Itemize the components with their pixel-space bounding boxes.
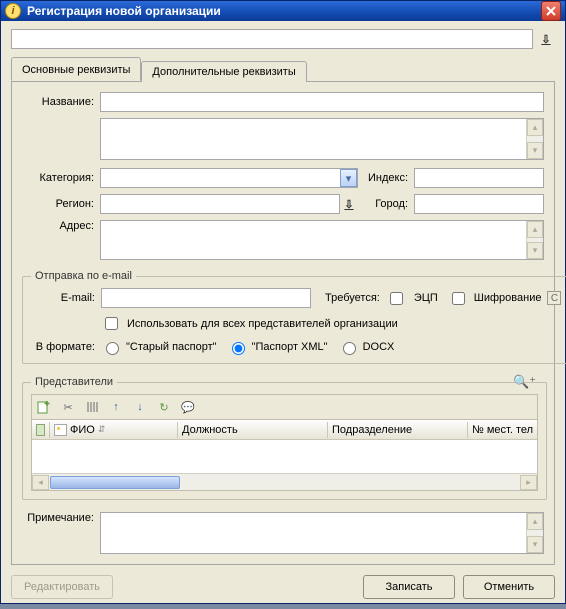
tab-main[interactable]: Основные реквизиты: [11, 57, 141, 81]
close-button[interactable]: [541, 1, 561, 21]
row-handle-col[interactable]: [32, 422, 50, 438]
name-input[interactable]: [100, 92, 544, 112]
footer: Редактировать Записать Отменить: [11, 575, 555, 599]
info-icon: i: [5, 3, 21, 19]
scroll-up-icon[interactable]: ▴: [527, 513, 543, 530]
arrow-up-icon[interactable]: ↑: [108, 399, 124, 415]
scroll-up-icon[interactable]: ▴: [527, 119, 543, 136]
format-label: В формате:: [31, 341, 101, 353]
reps-legend: Представители: [31, 376, 117, 388]
encrypt-config-button[interactable]: C: [547, 291, 561, 305]
address-label: Адрес:: [22, 220, 100, 260]
col-fio[interactable]: ФИО ⇵: [50, 422, 178, 438]
col-phone[interactable]: № мест. тел: [468, 422, 537, 438]
email-legend: Отправка по e-mail: [31, 270, 136, 282]
col-position[interactable]: Должность: [178, 422, 328, 438]
save-button[interactable]: Записать: [363, 575, 455, 599]
index-input[interactable]: [414, 168, 544, 188]
email-group: Отправка по e-mail E-mail: Требуется: ЭЦ…: [22, 270, 566, 364]
reps-group: Представители 🔍⁺ ✂ ↑ ↓ ↻ �: [22, 376, 547, 500]
arrow-down-icon[interactable]: ↓: [132, 399, 148, 415]
category-label: Категория:: [22, 172, 100, 184]
cut-icon[interactable]: ✂: [60, 399, 76, 415]
tab-panel-main: Название: ▴ ▾ Категория: ▾ Индекс: [11, 81, 555, 565]
cancel-button[interactable]: Отменить: [463, 575, 555, 599]
scroll-left-icon[interactable]: ◂: [32, 475, 49, 490]
required-checkbox[interactable]: [390, 292, 403, 305]
content: ⇩ Основные реквизиты Дополнительные рекв…: [1, 21, 565, 609]
dialog-window: i Регистрация новой организации ⇩ Основн…: [0, 0, 566, 604]
city-label: Город:: [358, 198, 414, 210]
region-label: Регион:: [22, 198, 100, 210]
address-textarea[interactable]: ▴ ▾: [100, 220, 544, 260]
scroll-down-icon[interactable]: ▾: [527, 142, 543, 159]
scroll-down-icon[interactable]: ▾: [527, 242, 543, 259]
use-reps-checkbox[interactable]: [105, 317, 118, 330]
format-radio-xml[interactable]: [232, 342, 245, 355]
top-picker-button[interactable]: ⇩: [537, 29, 555, 49]
table-header: ФИО ⇵ Должность Подразделение № мест. те…: [32, 420, 537, 440]
tab-extra[interactable]: Дополнительные реквизиты: [141, 61, 306, 82]
reps-toolbar: ✂ ↑ ↓ ↻ 💬: [31, 394, 538, 419]
chevron-down-icon[interactable]: ▾: [340, 169, 357, 187]
col-fio-label: ФИО: [70, 424, 95, 436]
card-icon: [54, 424, 67, 436]
col-dept[interactable]: Подразделение: [328, 422, 468, 438]
note-textarea[interactable]: ▴ ▾: [100, 512, 544, 554]
format-radio-docx[interactable]: [343, 342, 356, 355]
ecp-label: ЭЦП: [414, 292, 438, 304]
format-radio-old[interactable]: [106, 342, 119, 355]
desc-scrollbar[interactable]: ▴ ▾: [526, 119, 543, 159]
h-scrollbar[interactable]: ◂ ▸: [32, 473, 537, 490]
bars-icon[interactable]: [84, 399, 100, 415]
desc-textarea[interactable]: ▴ ▾: [100, 118, 544, 160]
scroll-up-icon[interactable]: ▴: [527, 221, 543, 238]
email-label: E-mail:: [31, 292, 101, 304]
reps-table[interactable]: ФИО ⇵ Должность Подразделение № мест. те…: [31, 419, 538, 491]
city-input[interactable]: [414, 194, 544, 214]
scroll-down-icon[interactable]: ▾: [527, 536, 543, 553]
category-combo[interactable]: [100, 168, 358, 188]
required-label: Требуется:: [325, 292, 380, 304]
new-icon[interactable]: [36, 399, 52, 415]
email-input[interactable]: [101, 288, 311, 308]
note-scrollbar[interactable]: ▴ ▾: [526, 513, 543, 553]
sort-icon: ⇵: [98, 424, 106, 435]
index-label: Индекс:: [358, 172, 414, 184]
titlebar: i Регистрация новой организации: [1, 1, 565, 21]
row-handle-icon: [36, 424, 45, 436]
refresh-icon[interactable]: ↻: [156, 399, 172, 415]
desc-label: [22, 118, 100, 160]
format-docx-label: DOCX: [363, 341, 395, 353]
top-search-input[interactable]: [11, 29, 533, 49]
format-xml-label: "Паспорт XML": [252, 341, 328, 353]
name-label: Название:: [22, 96, 100, 108]
tab-strip: Основные реквизиты Дополнительные реквиз…: [11, 57, 555, 81]
note-label: Примечание:: [22, 512, 100, 554]
top-search-row: ⇩: [11, 29, 555, 49]
speech-icon[interactable]: 💬: [180, 399, 196, 415]
region-input[interactable]: [100, 194, 340, 214]
region-picker-button[interactable]: ⇩: [340, 194, 358, 214]
magnify-icon[interactable]: 🔍⁺: [513, 374, 536, 390]
window-title: Регистрация новой организации: [27, 4, 541, 18]
use-reps-label: Использовать для всех представителей орг…: [127, 318, 398, 330]
encrypt-checkbox[interactable]: [452, 292, 465, 305]
edit-button[interactable]: Редактировать: [11, 575, 113, 599]
scroll-right-icon[interactable]: ▸: [520, 475, 537, 490]
encrypt-label: Шифрование: [474, 292, 542, 304]
format-old-label: "Старый паспорт": [126, 341, 217, 353]
scroll-thumb[interactable]: [50, 476, 180, 489]
address-scrollbar[interactable]: ▴ ▾: [526, 221, 543, 259]
